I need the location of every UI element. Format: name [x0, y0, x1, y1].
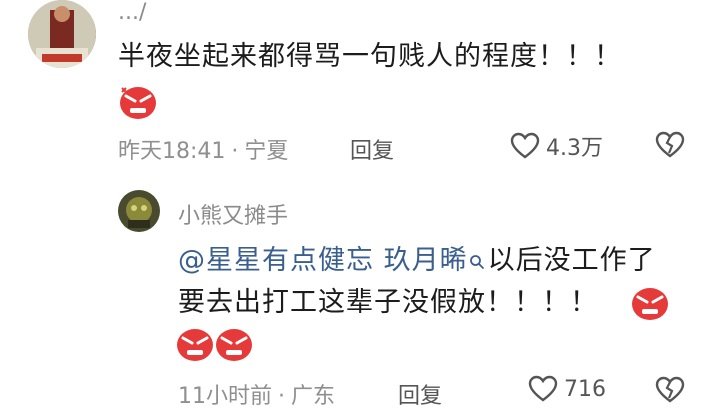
reply-text-line1: @星星有点健忘 玖月晞 以后没工作了	[178, 240, 656, 283]
broken-heart-icon	[655, 131, 685, 158]
mention-link[interactable]: @星星有点健忘	[178, 245, 374, 276]
comment-time: 昨天18:41	[118, 139, 226, 164]
search-icon[interactable]	[469, 241, 485, 283]
angry-face-icon	[118, 84, 158, 124]
reply-meta: 11小时前 · 广东	[178, 378, 335, 410]
like-button[interactable]: 716	[528, 375, 606, 403]
like-button[interactable]: 4.3万	[510, 130, 603, 162]
comment-text: 半夜坐起来都得骂一句贱人的程度！！！	[118, 41, 622, 72]
heart-icon	[510, 132, 540, 159]
dislike-button[interactable]	[655, 376, 685, 408]
broken-heart-icon	[655, 376, 685, 403]
avatar-image	[118, 190, 160, 232]
like-count: 4.3万	[546, 136, 603, 161]
reply-time: 11小时前	[178, 384, 272, 409]
angry-face-icon	[630, 285, 670, 325]
reply-button[interactable]: 回复	[350, 133, 394, 165]
mention-link[interactable]: 玖月晞	[384, 245, 468, 276]
angry-face-icon	[175, 326, 215, 366]
reply-button[interactable]: 回复	[398, 378, 442, 410]
comment-username[interactable]: .../	[118, 0, 146, 25]
reply-username[interactable]: 小熊又摊手	[178, 198, 288, 230]
reply-text: 以后没工作了	[487, 245, 656, 276]
reply-text: 要去出打工这辈子没假放！！！！	[178, 287, 598, 318]
comment-location: 宁夏	[244, 139, 289, 164]
reply-location: 广东	[291, 384, 336, 409]
meta-separator: ·	[231, 139, 239, 164]
comment-meta: 昨天18:41 · 宁夏	[118, 133, 288, 165]
heart-icon	[528, 375, 558, 402]
user-avatar[interactable]	[28, 0, 96, 68]
avatar-image	[28, 0, 96, 68]
angry-face-icon	[214, 326, 254, 366]
like-count: 716	[564, 376, 606, 402]
reply-user-avatar[interactable]	[118, 190, 160, 232]
dislike-button[interactable]	[655, 131, 685, 163]
meta-separator: ·	[278, 384, 285, 409]
reply-text-line2: 要去出打工这辈子没假放！！！！	[178, 282, 598, 324]
